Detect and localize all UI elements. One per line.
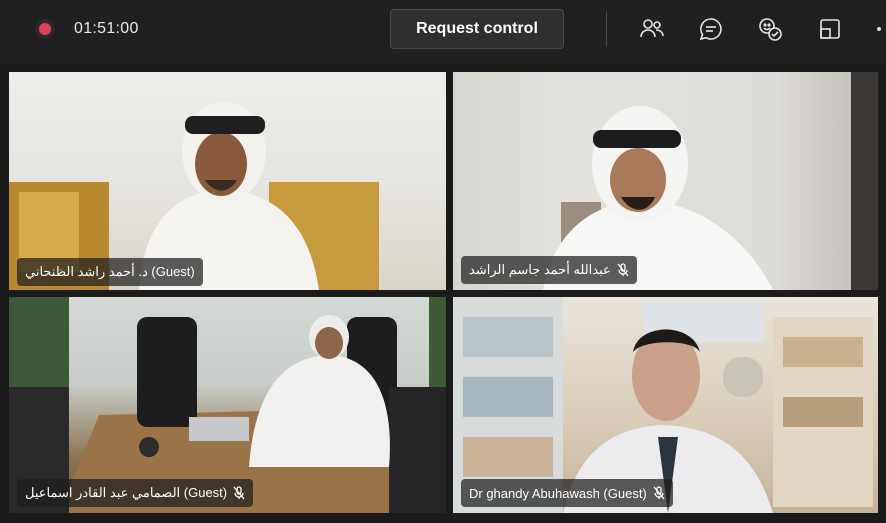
participant-name-tag: Dr ghandy Abuhawash (Guest)	[461, 479, 673, 507]
participants-icon[interactable]	[638, 15, 666, 43]
participant-name-tag: عبدالله أحمد جاسم الراشد	[461, 256, 637, 284]
request-control-button[interactable]: Request control	[390, 9, 564, 49]
video-tile[interactable]: د. أحمد راشد الظنحاني (Guest)	[9, 72, 446, 290]
more-icon[interactable]	[877, 27, 881, 31]
video-tile[interactable]: عبدالله أحمد جاسم الراشد	[453, 72, 878, 290]
video-tile[interactable]: الصمامي عبد القادر اسماعيل (Guest)	[9, 297, 446, 513]
reactions-icon[interactable]	[756, 15, 784, 43]
participant-name: الصمامي عبد القادر اسماعيل (Guest)	[25, 485, 228, 500]
share-tray-icon[interactable]	[816, 15, 844, 43]
record-icon	[35, 19, 55, 39]
participant-name: Dr ghandy Abuhawash (Guest)	[469, 485, 647, 501]
mic-muted-icon	[617, 263, 629, 277]
mic-muted-icon	[233, 486, 245, 500]
chat-icon[interactable]	[697, 15, 725, 43]
meeting-timer: 01:51:00	[74, 20, 139, 37]
mic-muted-icon	[653, 486, 665, 500]
participant-name: عبدالله أحمد جاسم الراشد	[469, 262, 611, 277]
participant-name-tag: الصمامي عبد القادر اسماعيل (Guest)	[17, 479, 254, 507]
video-tile[interactable]: Dr ghandy Abuhawash (Guest)	[453, 297, 878, 513]
participant-name-tag: د. أحمد راشد الظنحاني (Guest)	[17, 258, 203, 286]
toolbar-divider	[606, 12, 607, 46]
meeting-toolbar: 01:51:00 Request control	[0, 0, 886, 64]
participant-name: د. أحمد راشد الظنحاني (Guest)	[25, 264, 195, 279]
